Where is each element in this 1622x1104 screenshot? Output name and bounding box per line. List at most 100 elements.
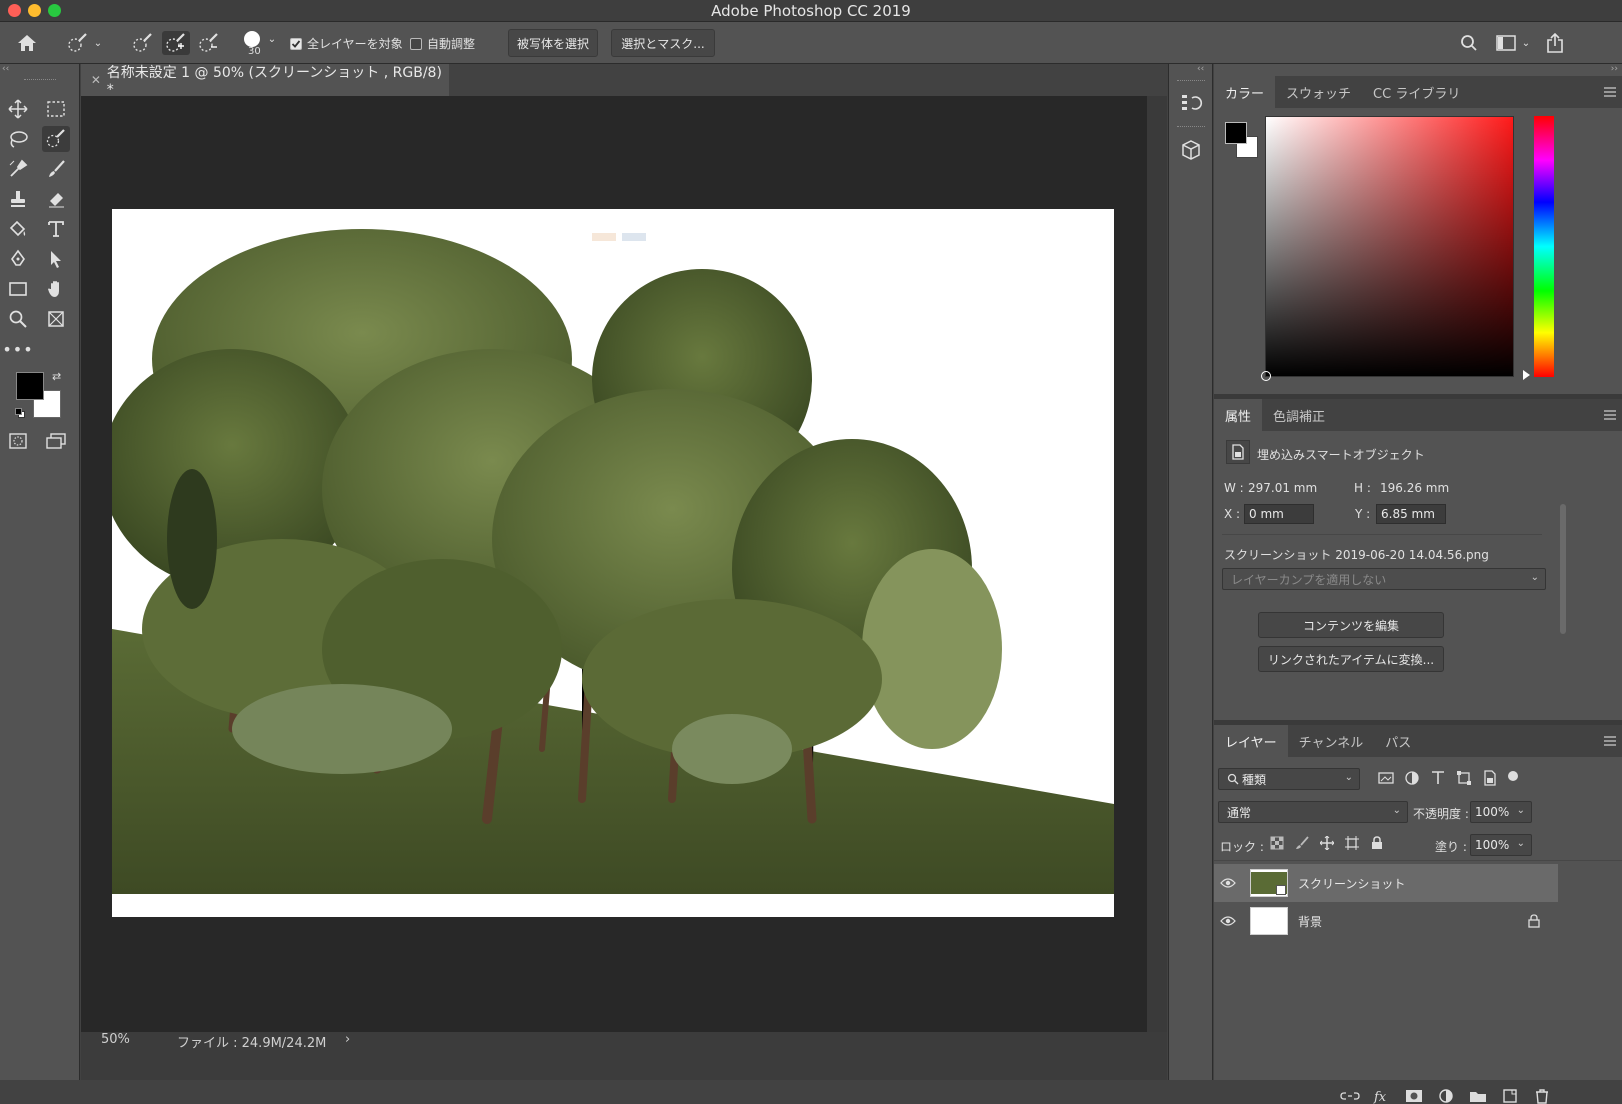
tab-paths[interactable]: パス bbox=[1374, 725, 1422, 757]
share-button[interactable] bbox=[1544, 31, 1566, 55]
marquee-tool[interactable] bbox=[42, 96, 70, 122]
tab-adjustments[interactable]: 色調補正 bbox=[1262, 399, 1336, 431]
panel-grip[interactable] bbox=[1177, 80, 1205, 82]
panel-menu-icon[interactable] bbox=[1604, 735, 1616, 747]
tab-layers[interactable]: レイヤー bbox=[1214, 725, 1288, 757]
layer-row[interactable]: スクリーンショット bbox=[1214, 864, 1558, 902]
workspace-switcher[interactable]: ⌄ bbox=[1492, 31, 1534, 55]
properties-scrollbar[interactable] bbox=[1560, 504, 1566, 634]
adjustment-filter-icon[interactable] bbox=[1404, 770, 1420, 786]
select-subject-button[interactable]: 被写体を選択 bbox=[508, 29, 598, 57]
hue-slider[interactable] bbox=[1534, 116, 1554, 377]
add-mask-icon[interactable] bbox=[1404, 1088, 1424, 1104]
screen-mode-button[interactable] bbox=[42, 428, 70, 454]
add-to-selection-mode[interactable] bbox=[162, 31, 190, 55]
foreground-color-swatch[interactable] bbox=[16, 372, 44, 400]
sample-all-layers-checkbox[interactable]: 全レイヤーを対象 bbox=[290, 35, 403, 52]
type-filter-icon[interactable] bbox=[1430, 770, 1446, 786]
color-field[interactable] bbox=[1261, 116, 1514, 381]
home-button[interactable] bbox=[14, 31, 40, 55]
panel-menu-icon[interactable] bbox=[1604, 86, 1616, 98]
tab-cc-libraries[interactable]: CC ライブラリ bbox=[1362, 76, 1471, 108]
new-layer-icon[interactable] bbox=[1500, 1088, 1520, 1104]
collapse-icon[interactable]: ‹‹ bbox=[1197, 64, 1204, 74]
hue-slider-handle[interactable] bbox=[1523, 370, 1530, 380]
lock-pixels-icon[interactable] bbox=[1295, 836, 1309, 850]
tab-color[interactable]: カラー bbox=[1214, 76, 1276, 108]
edit-toolbar-button[interactable]: ••• bbox=[2, 336, 32, 362]
fill-input[interactable]: 100% ⌄ bbox=[1470, 834, 1532, 856]
edit-contents-button[interactable]: コンテンツを編集 bbox=[1258, 612, 1444, 638]
select-and-mask-button[interactable]: 選択とマスク... bbox=[611, 29, 715, 57]
frame-tool[interactable] bbox=[42, 306, 70, 332]
delete-layer-icon[interactable] bbox=[1532, 1088, 1552, 1104]
quick-mask-button[interactable] bbox=[4, 428, 32, 454]
link-layers-icon[interactable] bbox=[1340, 1088, 1360, 1104]
document-tab[interactable]: ✕ 名称未設定 1 @ 50% (スクリーンショット , RGB/8) * bbox=[81, 64, 449, 98]
height-value[interactable]: 196.26 mm bbox=[1380, 481, 1449, 495]
default-colors-icon[interactable] bbox=[15, 408, 25, 418]
panel-grip[interactable] bbox=[1177, 126, 1205, 128]
search-button[interactable] bbox=[1458, 31, 1480, 55]
lasso-tool[interactable] bbox=[4, 126, 32, 152]
collapse-icon[interactable]: ‹‹ bbox=[2, 64, 9, 74]
tool-preset-picker[interactable]: ⌄ bbox=[62, 31, 106, 55]
panel-menu-icon[interactable] bbox=[1604, 409, 1616, 421]
eraser-tool[interactable] bbox=[42, 186, 70, 212]
adjustment-layer-icon[interactable] bbox=[1436, 1088, 1456, 1104]
color-panel-foreground-swatch[interactable] bbox=[1225, 122, 1247, 144]
pixel-filter-icon[interactable] bbox=[1378, 770, 1394, 786]
opacity-input[interactable]: 100% ⌄ bbox=[1470, 801, 1532, 823]
lock-position-icon[interactable] bbox=[1320, 836, 1334, 850]
width-value[interactable]: 297.01 mm bbox=[1248, 481, 1317, 495]
tab-swatches[interactable]: スウォッチ bbox=[1275, 76, 1362, 108]
x-input[interactable]: 0 mm bbox=[1244, 504, 1314, 524]
layer-filter-kind[interactable]: 種類 ⌄ bbox=[1218, 768, 1360, 790]
close-tab-icon[interactable]: ✕ bbox=[85, 73, 107, 87]
paint-bucket-tool[interactable] bbox=[4, 216, 32, 242]
layer-row[interactable]: 背景 bbox=[1214, 902, 1558, 940]
color-picker-cursor[interactable] bbox=[1261, 371, 1271, 381]
eyedropper-tool[interactable] bbox=[4, 156, 32, 182]
subtract-from-selection-mode[interactable] bbox=[196, 31, 222, 55]
pen-tool[interactable] bbox=[4, 246, 32, 272]
status-menu-arrow-icon[interactable]: › bbox=[345, 1032, 350, 1047]
document-canvas[interactable] bbox=[112, 209, 1114, 917]
layer-comp-select[interactable]: レイヤーカンプを適用しない ⌄ bbox=[1222, 568, 1546, 590]
lock-transparent-icon[interactable] bbox=[1270, 836, 1284, 850]
swap-colors-icon[interactable]: ⇄ bbox=[52, 370, 61, 383]
hand-tool[interactable] bbox=[42, 276, 70, 302]
y-input[interactable]: 6.85 mm bbox=[1376, 504, 1446, 524]
lock-all-icon[interactable] bbox=[1370, 836, 1384, 850]
expand-icon[interactable]: ›› bbox=[1611, 64, 1618, 74]
zoom-level[interactable]: 50% bbox=[101, 1032, 130, 1047]
quick-selection-tool[interactable] bbox=[42, 126, 70, 152]
panel-grip[interactable] bbox=[24, 79, 56, 81]
lock-artboard-icon[interactable] bbox=[1345, 836, 1359, 850]
brush-tool[interactable] bbox=[42, 156, 70, 182]
move-tool[interactable] bbox=[4, 96, 32, 122]
layer-visibility-eye-icon[interactable] bbox=[1214, 878, 1242, 888]
checkbox-unchecked[interactable] bbox=[410, 37, 422, 50]
zoom-tool[interactable] bbox=[4, 306, 32, 332]
type-tool[interactable] bbox=[42, 216, 70, 242]
smart-object-filter-icon[interactable] bbox=[1482, 770, 1498, 786]
path-selection-tool[interactable] bbox=[42, 246, 70, 272]
checkbox-checked[interactable] bbox=[290, 37, 302, 50]
vertical-scrollbar[interactable] bbox=[1147, 96, 1167, 1032]
new-selection-mode[interactable] bbox=[130, 31, 156, 55]
tab-channels[interactable]: チャンネル bbox=[1288, 725, 1375, 757]
layer-visibility-eye-icon[interactable] bbox=[1214, 916, 1242, 926]
filter-toggle-icon[interactable] bbox=[1508, 771, 1518, 781]
convert-to-linked-button[interactable]: リンクされたアイテムに変換... bbox=[1258, 646, 1444, 672]
3d-panel-button[interactable] bbox=[1179, 138, 1203, 166]
auto-enhance-checkbox[interactable]: 自動調整 bbox=[410, 35, 475, 52]
fx-icon[interactable]: fx bbox=[1372, 1088, 1392, 1104]
new-group-icon[interactable] bbox=[1468, 1088, 1488, 1104]
history-panel-button[interactable] bbox=[1179, 90, 1203, 118]
clone-stamp-tool[interactable] bbox=[4, 186, 32, 212]
shape-filter-icon[interactable] bbox=[1456, 770, 1472, 786]
rectangle-tool[interactable] bbox=[4, 276, 32, 302]
tab-properties[interactable]: 属性 bbox=[1214, 399, 1263, 431]
blend-mode-select[interactable]: 通常 ⌄ bbox=[1218, 801, 1408, 823]
